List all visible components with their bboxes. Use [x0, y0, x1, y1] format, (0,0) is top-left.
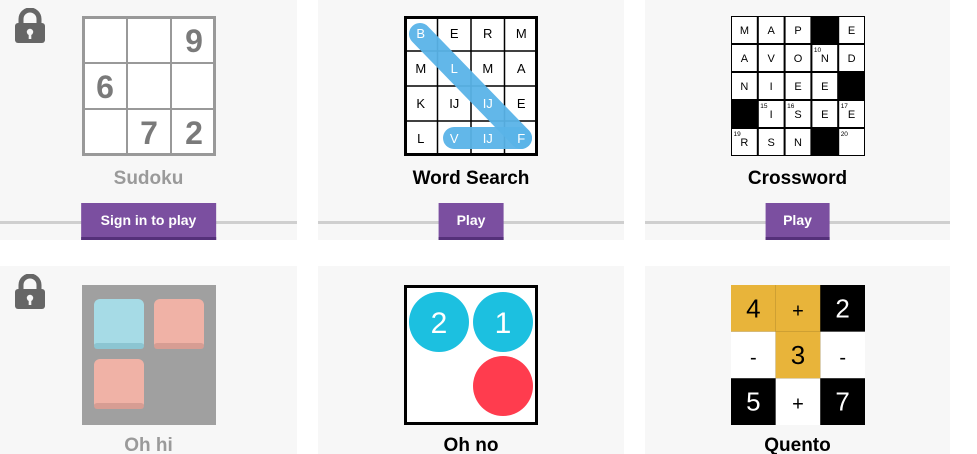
word-search-letter: M: [482, 61, 493, 76]
play-button[interactable]: Play: [438, 203, 504, 240]
crossword-letter: S: [794, 109, 801, 121]
crossword-letter: S: [767, 137, 774, 149]
sudoku-digit: 6: [96, 69, 114, 105]
crossword-letter: A: [767, 25, 775, 37]
oh-hi-thumbnail: [81, 285, 216, 425]
crossword-letter: R: [740, 137, 748, 149]
word-search-letter: IJ: [449, 96, 459, 111]
crossword-letter: M: [739, 25, 748, 37]
crossword-letter: E: [847, 109, 854, 121]
quento-symbol: +: [792, 394, 804, 416]
quento-symbol: 7: [835, 387, 849, 417]
game-title: Quento: [764, 435, 831, 454]
crossword-letter: E: [794, 81, 801, 93]
circle-number: 2: [431, 307, 448, 340]
word-search-letter: IJ: [483, 96, 493, 111]
circle-number: 1: [495, 307, 512, 340]
crossword-thumbnail: M A P EA V O10N DN I E E15I16S E17E19R S N20: [730, 16, 865, 156]
crossword-letter: N: [740, 81, 748, 93]
game-card-oh-no[interactable]: 2 1 Oh no: [318, 266, 624, 454]
word-search-letter: B: [416, 26, 425, 41]
word-search-letter: E: [517, 96, 526, 111]
lock-icon: [13, 8, 47, 44]
quento-symbol: 4: [746, 293, 760, 323]
crossword-letter: I: [769, 81, 772, 93]
quento-symbol: -: [839, 347, 846, 369]
clue-number: 20: [840, 131, 848, 138]
game-title: Oh no: [443, 435, 499, 454]
oh-no-thumbnail: 2 1: [404, 285, 538, 425]
crossword-letter: I: [769, 109, 772, 121]
game-card-crossword[interactable]: M A P E A V O 10 N D N I E E 15 I 16 S E 17 E 19 R S N 20 Crosswo…: [645, 0, 950, 240]
crossword-letter: V: [767, 53, 775, 65]
word-search-letter: M: [516, 26, 527, 41]
sudoku-thumbnail: 9 6 7 2: [81, 16, 216, 156]
crossword-letter: P: [794, 25, 801, 37]
word-search-letter: F: [517, 131, 525, 146]
crossword-letter: E: [821, 81, 828, 93]
word-search-letter: E: [450, 26, 459, 41]
word-search-thumbnail: B E R M M L M A K IJ IJ E L V IJ F: [404, 16, 538, 156]
crossword-letter: N: [794, 137, 802, 149]
game-title: Sudoku: [113, 168, 184, 189]
word-search-letter: R: [483, 26, 492, 41]
sign-in-to-play-button[interactable]: Sign in to play: [80, 203, 217, 240]
quento-symbol: +: [792, 300, 804, 322]
quento-symbol: 5: [746, 387, 760, 417]
crossword-letter: E: [821, 109, 828, 121]
word-search-letter: IJ: [483, 131, 493, 146]
play-button[interactable]: Play: [765, 203, 830, 240]
lock-icon: [13, 274, 47, 310]
word-search-letter: L: [451, 61, 458, 76]
word-search-letter: A: [517, 61, 526, 76]
game-card-word-search[interactable]: B E R M M L M A K IJ IJ E L V IJ F Word Search Play: [318, 0, 624, 240]
clue-number: 15: [760, 103, 768, 110]
word-search-letter: V: [450, 131, 459, 146]
quento-symbol: -: [749, 347, 756, 369]
quento-symbol: 2: [835, 293, 849, 323]
game-title: Word Search: [412, 168, 530, 189]
game-title: Crossword: [747, 168, 848, 189]
crossword-letter: O: [793, 53, 802, 65]
word-search-letter: M: [415, 61, 426, 76]
sudoku-digit: 7: [140, 115, 158, 151]
game-title: Oh hi: [124, 435, 173, 454]
sudoku-digit: 2: [185, 115, 203, 151]
game-card-oh-hi[interactable]: Oh hi: [0, 266, 297, 454]
crossword-letter: D: [847, 53, 855, 65]
game-card-quento[interactable]: 4 +2 - 3 - 5 +7 Quento: [645, 266, 950, 454]
word-search-letter: K: [416, 96, 425, 111]
crossword-letter: N: [820, 53, 828, 65]
crossword-letter: A: [740, 53, 748, 65]
quento-thumbnail: 4 +2 - 3 - 5 +7: [730, 285, 865, 425]
crossword-letter: E: [847, 25, 854, 37]
sudoku-digit: 9: [185, 23, 203, 59]
word-search-letter: L: [417, 131, 424, 146]
game-card-sudoku[interactable]: 9 6 7 2 Sudoku Sign in to play: [0, 0, 297, 240]
quento-symbol: 3: [790, 340, 804, 370]
